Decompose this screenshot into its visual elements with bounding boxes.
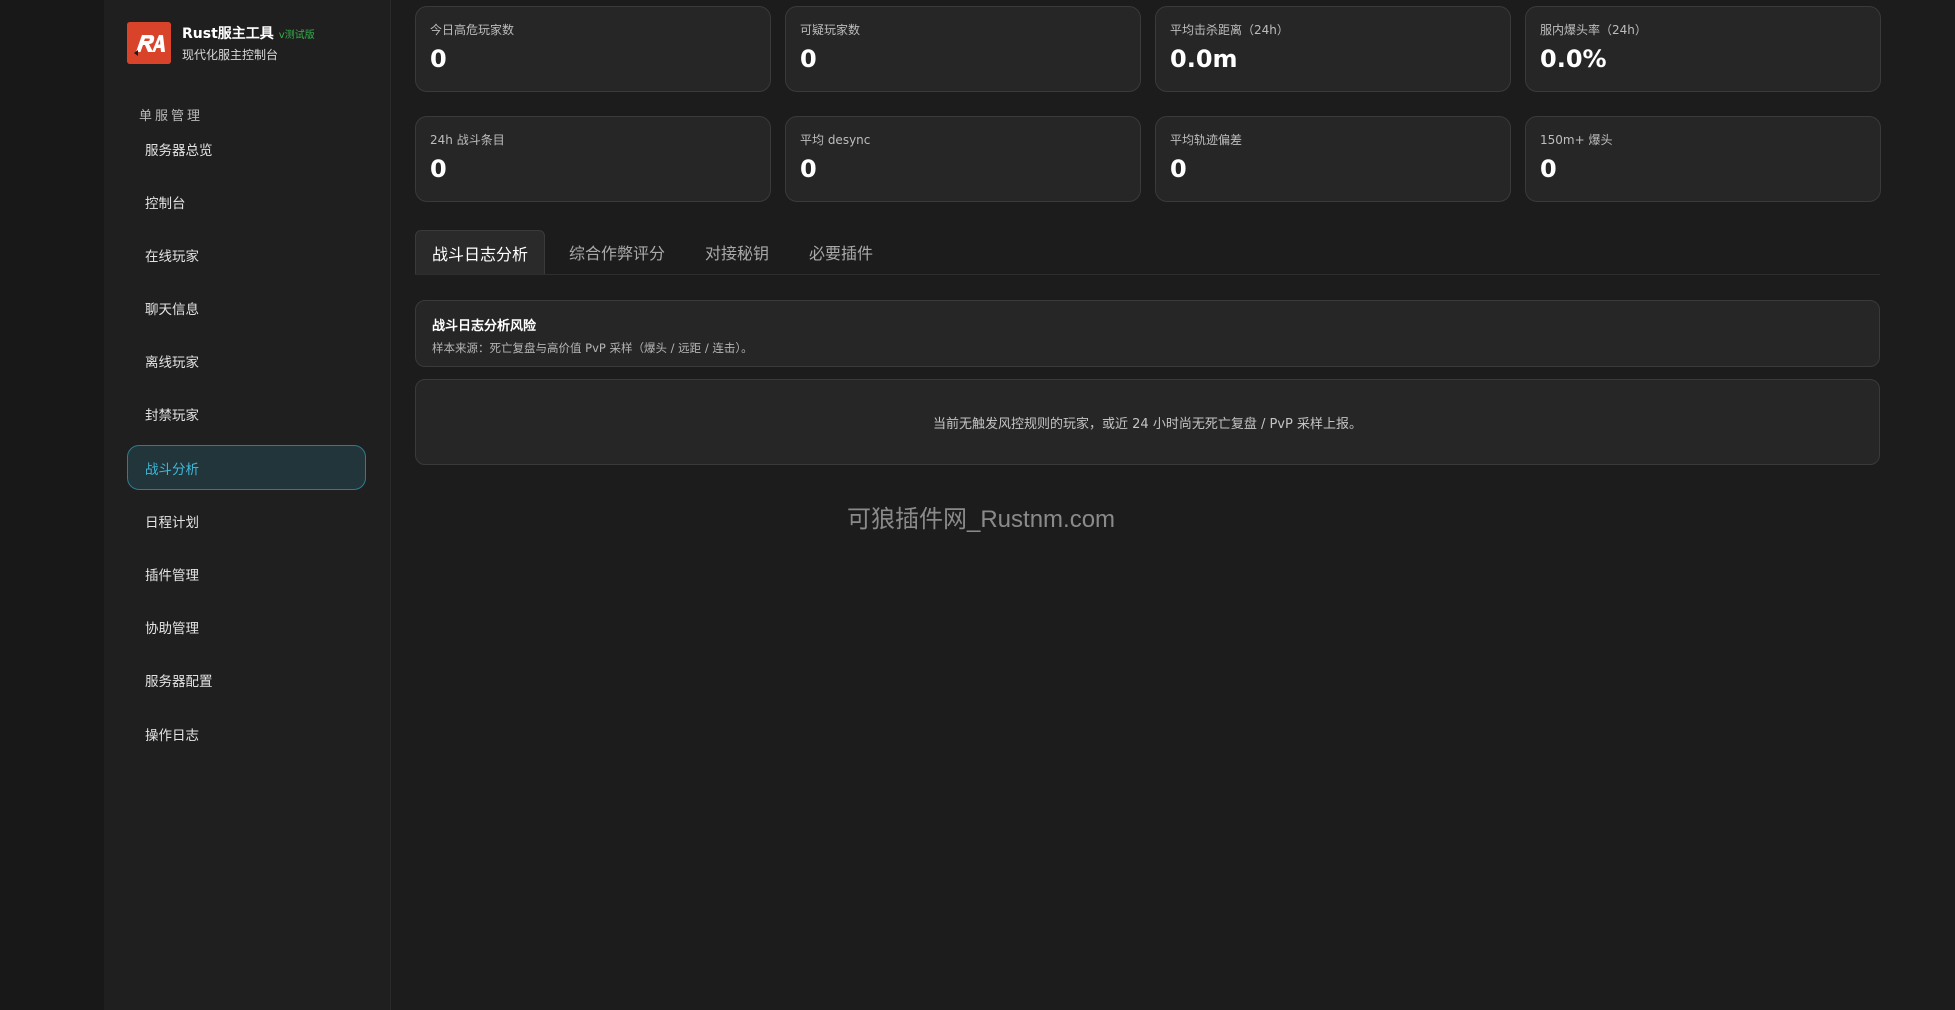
sidebar-item-online-players[interactable]: 在线玩家 bbox=[127, 232, 366, 277]
stat-card: 平均轨迹偏差 0 bbox=[1155, 116, 1511, 202]
stat-value: 0 bbox=[1540, 155, 1557, 183]
stat-label: 平均轨迹偏差 bbox=[1170, 133, 1243, 147]
risk-panel-header: 战斗日志分析风险 样本来源：死亡复盘与高价值 PvP 采样（爆头 / 远距 / … bbox=[415, 300, 1880, 367]
sidebar-item-operation-log[interactable]: 操作日志 bbox=[127, 711, 366, 756]
stat-label: 24h 战斗条目 bbox=[430, 133, 505, 147]
stat-value: 0 bbox=[430, 45, 447, 73]
stat-value: 0.0m bbox=[1170, 45, 1238, 73]
stat-card: 可疑玩家数 0 bbox=[785, 6, 1141, 92]
stat-card: 服内爆头率（24h） 0.0% bbox=[1525, 6, 1881, 92]
brand-title: Rust服主工具 bbox=[182, 26, 274, 42]
sidebar-item-offline-players[interactable]: 离线玩家 bbox=[127, 339, 366, 384]
stats-row-1: 今日高危玩家数 0 可疑玩家数 0 平均击杀距离（24h） 0.0m 服内爆头率… bbox=[415, 6, 1881, 92]
sidebar-item-schedule[interactable]: 日程计划 bbox=[127, 498, 366, 543]
sidebar-item-server-config[interactable]: 服务器配置 bbox=[127, 658, 366, 703]
sidebar-item-banned-players[interactable]: 封禁玩家 bbox=[127, 392, 366, 437]
brand-subtitle: 现代化服主控制台 bbox=[182, 48, 279, 62]
panel-title: 战斗日志分析风险 bbox=[432, 319, 537, 334]
stat-value: 0 bbox=[1170, 155, 1187, 183]
sidebar-item-console[interactable]: 控制台 bbox=[127, 179, 366, 224]
tab-cheat-score[interactable]: 综合作弊评分 bbox=[553, 230, 681, 274]
stat-value: 0 bbox=[800, 45, 817, 73]
sidebar-item-assist[interactable]: 协助管理 bbox=[127, 605, 366, 650]
stat-value: 0 bbox=[800, 155, 817, 183]
tab-required-plugins[interactable]: 必要插件 bbox=[793, 230, 889, 274]
stat-card: 平均击杀距离（24h） 0.0m bbox=[1155, 6, 1511, 92]
empty-state-message: 当前无触发风控规则的玩家，或近 24 小时尚无死亡复盘 / PvP 采样上报。 bbox=[933, 416, 1362, 432]
stat-label: 平均击杀距离（24h） bbox=[1170, 23, 1289, 37]
stat-label: 150m+ 爆头 bbox=[1540, 133, 1613, 147]
stat-card: 平均 desync 0 bbox=[785, 116, 1141, 202]
ra-logo-icon bbox=[127, 22, 171, 64]
stat-label: 可疑玩家数 bbox=[800, 23, 861, 37]
stat-value: 0.0% bbox=[1540, 45, 1607, 73]
stat-label: 平均 desync bbox=[800, 133, 871, 147]
sidebar-nav: 服务器总览 控制台 在线玩家 聊天信息 离线玩家 封禁玩家 战斗分析 日程计划 … bbox=[127, 126, 366, 764]
stat-label: 服内爆头率（24h） bbox=[1540, 23, 1647, 37]
sidebar-item-plugins[interactable]: 插件管理 bbox=[127, 552, 366, 597]
sidebar: Rust服主工具 v测试版 现代化服主控制台 单服管理 服务器总览 控制台 在线… bbox=[104, 0, 391, 1010]
left-gutter bbox=[0, 0, 104, 1010]
version-badge: v测试版 bbox=[278, 30, 315, 41]
stats-row-2: 24h 战斗条目 0 平均 desync 0 平均轨迹偏差 0 150m+ 爆头… bbox=[415, 116, 1881, 202]
empty-state: 当前无触发风控规则的玩家，或近 24 小时尚无死亡复盘 / PvP 采样上报。 bbox=[415, 379, 1880, 465]
sidebar-section-label: 单服管理 bbox=[139, 109, 204, 124]
analysis-tabs: 战斗日志分析 综合作弊评分 对接秘钥 必要插件 bbox=[415, 226, 1880, 275]
tab-combat-log-analysis[interactable]: 战斗日志分析 bbox=[415, 230, 546, 274]
stat-card: 150m+ 爆头 0 bbox=[1525, 116, 1881, 202]
sidebar-item-chat[interactable]: 聊天信息 bbox=[127, 286, 366, 331]
stat-value: 0 bbox=[430, 155, 447, 183]
tab-api-key[interactable]: 对接秘钥 bbox=[689, 230, 785, 274]
sidebar-item-server-overview[interactable]: 服务器总览 bbox=[127, 126, 366, 171]
stat-card: 24h 战斗条目 0 bbox=[415, 116, 771, 202]
watermark: 可狼插件网_Rustnm.com bbox=[847, 506, 1116, 533]
stat-label: 今日高危玩家数 bbox=[430, 23, 515, 37]
panel-subtitle: 样本来源：死亡复盘与高价值 PvP 采样（爆头 / 远距 / 连击）。 bbox=[432, 341, 753, 355]
brand: Rust服主工具 v测试版 现代化服主控制台 bbox=[127, 22, 315, 66]
sidebar-item-combat-analysis[interactable]: 战斗分析 bbox=[127, 445, 366, 491]
stat-card: 今日高危玩家数 0 bbox=[415, 6, 771, 92]
